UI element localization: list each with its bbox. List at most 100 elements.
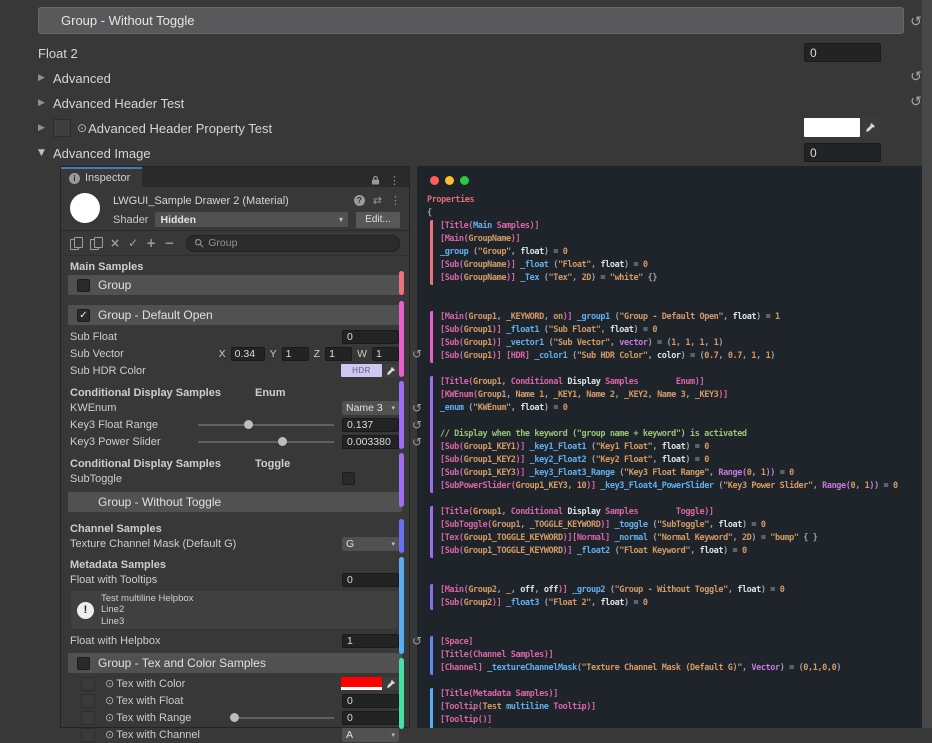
undo-icon[interactable]: ↺ <box>412 418 422 432</box>
section-header-label: Conditional Display Samples <box>70 387 221 399</box>
axis-field-x[interactable]: 0.34 <box>231 347 265 361</box>
slider-thumb[interactable] <box>230 713 239 722</box>
color-swatch[interactable] <box>341 677 382 690</box>
paste-icon[interactable] <box>90 237 102 249</box>
value-field[interactable]: 0 <box>342 330 399 344</box>
eyedropper-button[interactable] <box>383 364 399 377</box>
tab-inspector[interactable]: i Inspector <box>61 167 142 187</box>
undo-icon[interactable]: ↺ <box>412 435 422 449</box>
property-label: KWEnum <box>70 402 342 414</box>
edit-shader-button[interactable]: Edit... <box>355 211 401 229</box>
search-icon <box>194 238 204 248</box>
property-label: Texture Channel Mask (Default G) <box>70 538 342 550</box>
group-header-label: Group - Without Toggle <box>61 13 194 28</box>
slider-track[interactable] <box>198 424 334 426</box>
section-header-conditional-display-samples: Conditional Display SamplesEnum <box>61 386 409 399</box>
section-header-conditional-display-samples: Conditional Display SamplesToggle <box>61 457 409 470</box>
undo-icon[interactable]: ↺ <box>412 634 422 648</box>
value-field[interactable]: 0.137 <box>342 418 399 432</box>
preset-icon[interactable]: ⇄ <box>373 194 382 207</box>
add-icon[interactable]: + <box>146 237 156 249</box>
axis-label-y: Y <box>270 348 277 360</box>
texture-thumbnail[interactable] <box>81 677 95 691</box>
remove-icon[interactable]: − <box>164 237 174 249</box>
foldout-advanced[interactable]: ▶ Advanced <box>38 66 908 90</box>
dropdown-kwenum[interactable]: Name 3▾ <box>342 401 399 415</box>
lock-icon[interactable] <box>371 175 380 186</box>
value-field[interactable]: 0 <box>342 573 399 587</box>
helpbox-line: Test multiline Helpbox <box>101 593 193 605</box>
advanced-image-value-field[interactable]: 0 <box>804 143 881 162</box>
search-value: Group <box>208 237 237 249</box>
material-preview-sphere[interactable] <box>70 193 100 223</box>
slider-track[interactable] <box>198 441 334 443</box>
code-line: [Space] <box>440 636 922 649</box>
code-line: [Main(Group1, _KEYWORD, on)] _group1 ("G… <box>440 311 922 324</box>
right-edge-strip <box>922 0 932 728</box>
kebab-menu-icon[interactable]: ⋮ <box>390 194 401 207</box>
hdr-color-swatch[interactable]: HDR <box>341 364 382 377</box>
foldout-advanced-image[interactable]: ▼ Advanced Image 0 <box>38 141 908 165</box>
inspector-panel: i Inspector ⋮ LWGUI_Sample Drawer 2 (Mat… <box>60 166 410 728</box>
foldout-advanced-header-property-test[interactable]: ▶ ⊙ Advanced Header Property Test <box>38 116 908 140</box>
group-foldout-group-default-open[interactable]: ✓Group - Default Open <box>68 305 402 325</box>
value-field[interactable]: 0 <box>342 694 399 708</box>
close-traffic-light[interactable] <box>430 176 439 185</box>
minimize-traffic-light[interactable] <box>445 176 454 185</box>
foldout-open-icon: ▼ <box>38 148 53 158</box>
checkmark-icon[interactable]: ✓ <box>128 237 138 249</box>
group-foldout-group-tex-and-color-samples[interactable]: Group - Tex and Color Samples <box>68 653 402 673</box>
checkbox[interactable] <box>77 279 90 292</box>
search-input[interactable]: Group <box>186 235 400 252</box>
axis-field-w[interactable]: 1 <box>372 347 399 361</box>
axis-field-z[interactable]: 1 <box>325 347 352 361</box>
copy-icon[interactable] <box>70 237 82 249</box>
code-block: [Title(Main Samples)][Main(GroupName)]_g… <box>430 220 922 285</box>
help-icon[interactable]: ? <box>354 195 365 206</box>
slider-thumb[interactable] <box>244 420 253 429</box>
undo-icon[interactable]: ↺ <box>412 401 422 415</box>
texture-thumbnail[interactable] <box>81 711 95 725</box>
code-line: _enum ("KWEnum", float) = 0 <box>440 402 922 415</box>
foldout-advanced-header-test[interactable]: ▶ Advanced Header Test <box>38 91 908 115</box>
property-label: Tex with Color <box>116 678 341 690</box>
eyedropper-button[interactable] <box>860 118 881 137</box>
code-line: [Sub(Group1)] _float1 ("Sub Float", floa… <box>440 324 922 337</box>
code-line: [SubPowerSlider(Group1_KEY3, 10)] _key3_… <box>440 480 922 493</box>
undo-icon[interactable]: ↺ <box>412 347 422 361</box>
code-line: [Sub(Group2)] _float3 ("Float 2", float)… <box>440 597 922 610</box>
dropdown-texture-channel-mask-default-g[interactable]: G▾ <box>342 537 399 551</box>
maximize-traffic-light[interactable] <box>460 176 469 185</box>
collapse-icon[interactable]: × <box>110 237 120 249</box>
code-line: [Sub(Group1_KEY3)] _key3_Float3_Range ("… <box>440 467 922 480</box>
kebab-menu-icon[interactable]: ⋮ <box>389 174 400 187</box>
checkbox[interactable] <box>77 657 90 670</box>
texture-thumbnail[interactable] <box>81 728 95 742</box>
helpbox-line: Line2 <box>101 604 193 616</box>
chevron-down-icon: ▾ <box>391 731 395 739</box>
value-field[interactable]: 0 <box>342 711 399 725</box>
group-foldout-group[interactable]: Group <box>68 275 402 295</box>
shader-dropdown[interactable]: Hidden ▾ <box>155 212 348 227</box>
property-label: Tex with Channel <box>116 729 342 741</box>
slider-track[interactable] <box>232 717 334 719</box>
color-swatch-white[interactable] <box>804 118 860 137</box>
checkbox[interactable]: ✓ <box>77 309 90 322</box>
group-header-without-toggle[interactable]: Group - Without Toggle <box>38 7 904 34</box>
value-field[interactable]: 1 <box>342 634 399 648</box>
slider-thumb[interactable] <box>278 437 287 446</box>
code-line: [Title(Main Samples)] <box>440 220 922 233</box>
checkbox[interactable] <box>53 119 71 137</box>
foldout-label: Advanced <box>53 71 111 86</box>
checkbox[interactable] <box>342 472 355 485</box>
axis-field-y[interactable]: 1 <box>282 347 309 361</box>
chevron-down-icon: ▾ <box>391 540 395 548</box>
texture-thumbnail[interactable] <box>81 694 95 708</box>
value-field[interactable]: 0.003380 <box>342 435 399 449</box>
chevron-down-icon: ▾ <box>391 404 395 412</box>
material-header: LWGUI_Sample Drawer 2 (Material) ? ⇄ ⋮ S… <box>61 187 409 231</box>
dropdown-tex-with-channel[interactable]: A▾ <box>342 728 399 742</box>
group-foldout-group-without-toggle[interactable]: Group - Without Toggle <box>68 492 402 512</box>
eyedropper-button[interactable] <box>383 677 399 690</box>
float2-value-field[interactable]: 0 <box>804 43 881 62</box>
